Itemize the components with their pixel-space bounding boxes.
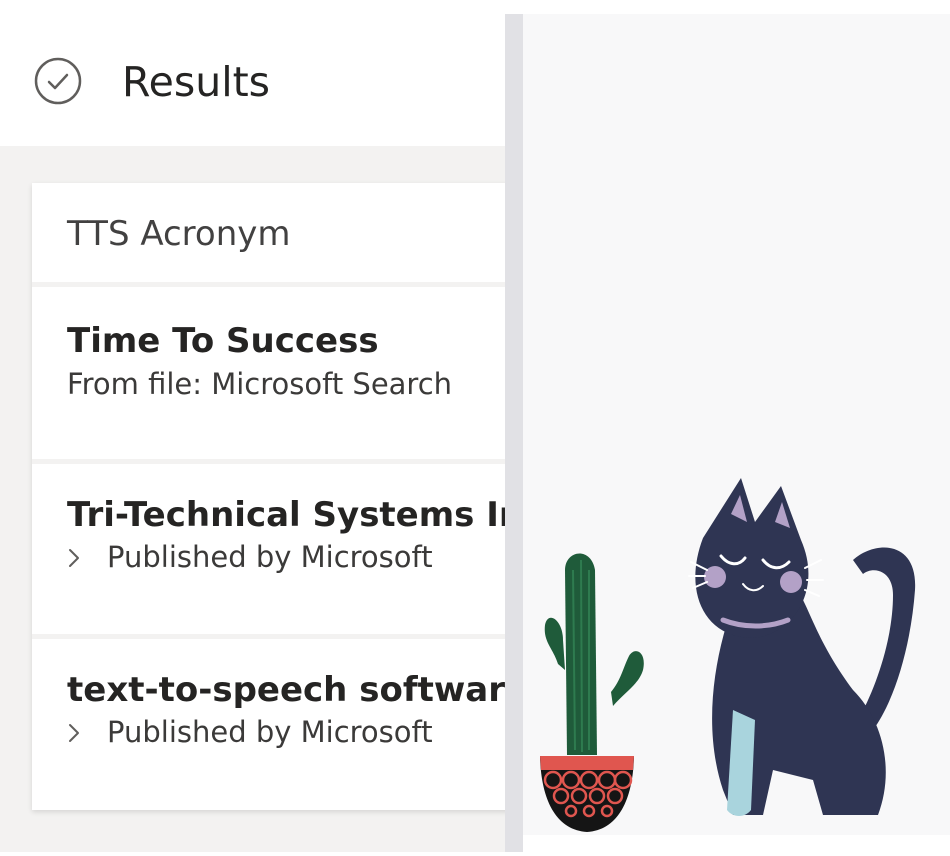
results-header: Results [0,22,505,146]
result-item[interactable]: text-to-speech software Published by Mic… [32,639,505,810]
result-item[interactable]: Time To Success From file: Microsoft Sea… [32,287,505,459]
top-band [0,0,505,22]
query-header: TTS Acronym [32,183,505,282]
result-title[interactable]: Tri-Technical Systems Inc [67,494,505,536]
cactus-icon [540,553,644,832]
page-title: Results [122,58,271,106]
results-card: TTS Acronym Time To Success From file: M… [32,183,505,810]
result-title[interactable]: text-to-speech software [67,669,505,711]
result-source: From file: Microsoft Search [67,367,453,401]
result-source-row[interactable]: Published by Microsoft [67,713,433,751]
result-title[interactable]: Time To Success [67,320,379,362]
pane-divider[interactable] [505,14,523,852]
result-source-row[interactable]: Published by Microsoft [67,538,433,576]
check-circle-icon [34,57,82,105]
cat-icon [688,478,916,816]
empty-state-illustration [523,470,950,852]
query-label: TTS Acronym [67,214,291,254]
chevron-right-icon[interactable] [67,716,81,742]
results-pane: Results TTS Acronym Time To Success From… [0,0,505,852]
result-publisher: Published by Microsoft [107,540,433,574]
chevron-right-icon[interactable] [67,541,81,567]
result-publisher: Published by Microsoft [107,715,433,749]
result-item[interactable]: Tri-Technical Systems Inc Published by M… [32,464,505,634]
